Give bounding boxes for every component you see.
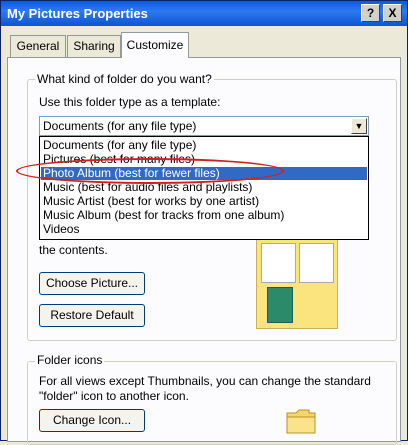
folder-icons-description-2: "folder" icon to another icon. xyxy=(39,389,189,403)
folder-type-dropdown: Documents (for any file type) Pictures (… xyxy=(39,136,369,240)
preview-thumbnail xyxy=(267,287,293,323)
title-bar[interactable]: My Pictures Properties ? X xyxy=(1,1,407,26)
folder-pictures-partial-text: the contents. xyxy=(39,243,108,257)
window-title: My Pictures Properties xyxy=(7,6,148,21)
close-button[interactable]: X xyxy=(383,4,402,22)
preview-thumbnail xyxy=(261,243,296,283)
preview-thumbnail xyxy=(299,243,334,283)
tab-sharing[interactable]: Sharing xyxy=(67,35,121,57)
folder-icons-legend: Folder icons xyxy=(35,353,105,367)
change-icon-button[interactable]: Change Icon... xyxy=(39,409,145,432)
folder-icons-description-1: For all views except Thumbnails, you can… xyxy=(39,374,371,388)
dropdown-option-videos[interactable]: Videos xyxy=(41,223,367,236)
dropdown-option-documents[interactable]: Documents (for any file type) xyxy=(41,139,367,152)
help-button[interactable]: ? xyxy=(361,4,380,22)
properties-window: My Pictures Properties ? X General Shari… xyxy=(0,0,408,445)
choose-picture-button[interactable]: Choose Picture... xyxy=(39,272,145,295)
dropdown-option-music-album[interactable]: Music Album (best for tracks from one al… xyxy=(41,209,367,222)
dropdown-option-music[interactable]: Music (best for audio files and playlist… xyxy=(41,181,367,194)
template-label: Use this folder type as a template: xyxy=(39,95,221,109)
annotation-ring xyxy=(16,158,284,184)
chevron-down-icon[interactable]: ▼ xyxy=(351,118,367,134)
folder-type-legend: What kind of folder do you want? xyxy=(35,72,214,86)
tab-customize[interactable]: Customize xyxy=(121,32,189,58)
folder-type-select[interactable]: Documents (for any file type) ▼ xyxy=(39,116,369,136)
folder-preview-image xyxy=(256,236,338,329)
folder-icon xyxy=(286,409,316,434)
dropdown-option-music-artist[interactable]: Music Artist (best for works by one arti… xyxy=(41,195,367,208)
folder-type-selected-value: Documents (for any file type) xyxy=(43,119,197,133)
tab-general[interactable]: General xyxy=(10,35,66,57)
restore-default-button[interactable]: Restore Default xyxy=(39,304,145,327)
